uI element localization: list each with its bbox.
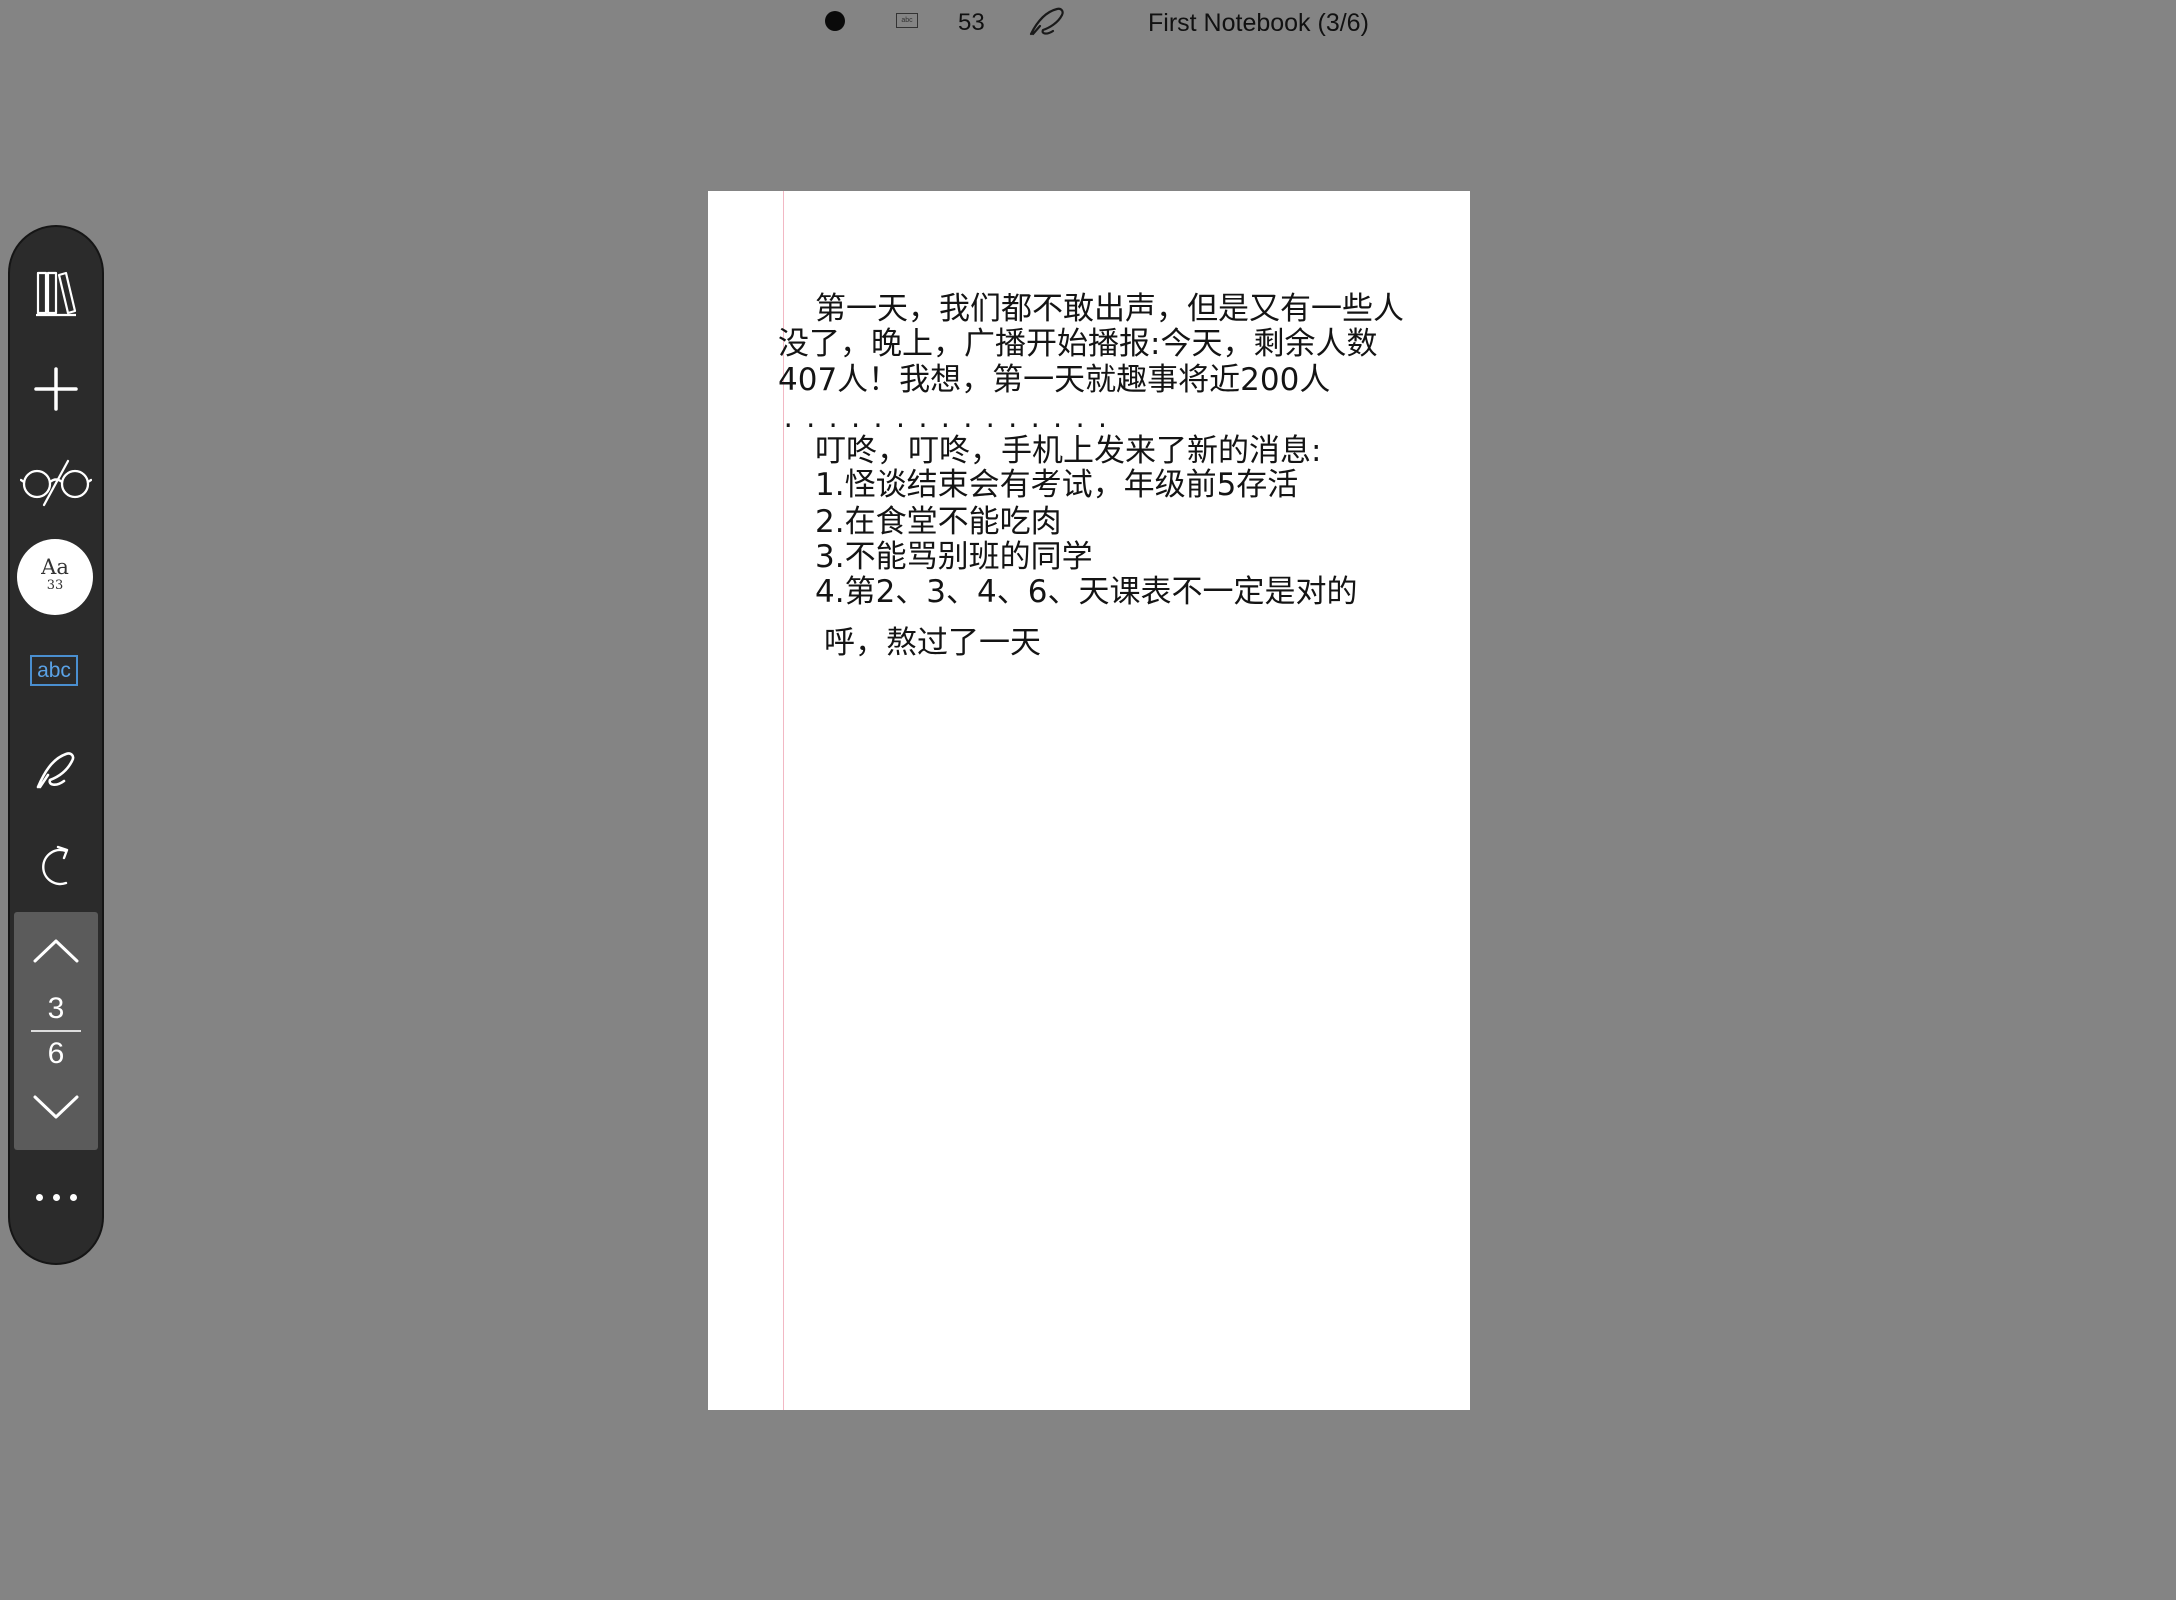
add-button[interactable] bbox=[10, 353, 102, 425]
font-button-label: Aa bbox=[41, 555, 69, 579]
note-line: 4.第2、3、4、6、天课表不一定是对的 bbox=[815, 574, 1358, 610]
ellipsis-dots: ............... bbox=[781, 405, 1118, 433]
note-line: 407人！我想，第一天就趣事将近200人 bbox=[778, 362, 1331, 398]
library-button[interactable] bbox=[10, 257, 102, 329]
page-down-button[interactable] bbox=[14, 1082, 98, 1132]
redo-icon bbox=[42, 845, 69, 886]
note-line: 3.不能骂别班的同学 bbox=[815, 539, 1093, 575]
page-up-button[interactable] bbox=[14, 926, 98, 976]
note-line: 没了，晚上，广播开始播报:今天，剩余人数 bbox=[778, 326, 1378, 362]
brush-dot-icon bbox=[825, 11, 845, 31]
current-page: 3 bbox=[47, 992, 65, 1025]
pen-button[interactable] bbox=[10, 734, 102, 806]
add-icon bbox=[34, 367, 78, 411]
read-mode-button[interactable] bbox=[10, 447, 102, 519]
page-up-icon bbox=[33, 939, 79, 963]
page-navigator: 3 6 bbox=[14, 912, 98, 1150]
more-button[interactable] bbox=[10, 1182, 102, 1212]
abc-mini-icon: abc bbox=[896, 13, 918, 28]
font-size-value: 33 bbox=[46, 578, 64, 593]
total-pages: 6 bbox=[47, 1037, 65, 1070]
notebook-title: First Notebook (3/6) bbox=[1148, 9, 1369, 37]
note-line: 第一天，我们都不敢出声，但是又有一些人 bbox=[815, 291, 1404, 327]
more-icon bbox=[35, 1193, 43, 1201]
font-size-button[interactable]: Aa 33 bbox=[17, 539, 93, 615]
pen-icon bbox=[1029, 7, 1064, 36]
note-line: 2.在食堂不能吃肉 bbox=[815, 504, 1062, 540]
note-line: 呼，熬过了一天 bbox=[824, 625, 1041, 661]
glasses-icon bbox=[20, 459, 92, 507]
abc-button[interactable]: abc bbox=[30, 655, 78, 686]
left-toolbar: Aa 33 abc 3 6 bbox=[8, 225, 104, 1265]
status-bar: abc 53 First Notebook (3/6) bbox=[0, 0, 2176, 46]
page-down-icon bbox=[33, 1095, 79, 1119]
note-line: 1.怪谈结束会有考试，年级前5存活 bbox=[815, 467, 1299, 503]
library-icon bbox=[36, 271, 77, 317]
note-line: 叮咚，叮咚，手机上发来了新的消息: bbox=[815, 433, 1322, 469]
page-divider bbox=[31, 1030, 81, 1032]
notebook-page[interactable]: 第一天，我们都不敢出声，但是又有一些人 没了，晚上，广播开始播报:今天，剩余人数… bbox=[708, 191, 1470, 1410]
redo-button[interactable] bbox=[10, 829, 102, 901]
stroke-count: 53 bbox=[958, 9, 985, 36]
pen-icon bbox=[36, 752, 75, 789]
